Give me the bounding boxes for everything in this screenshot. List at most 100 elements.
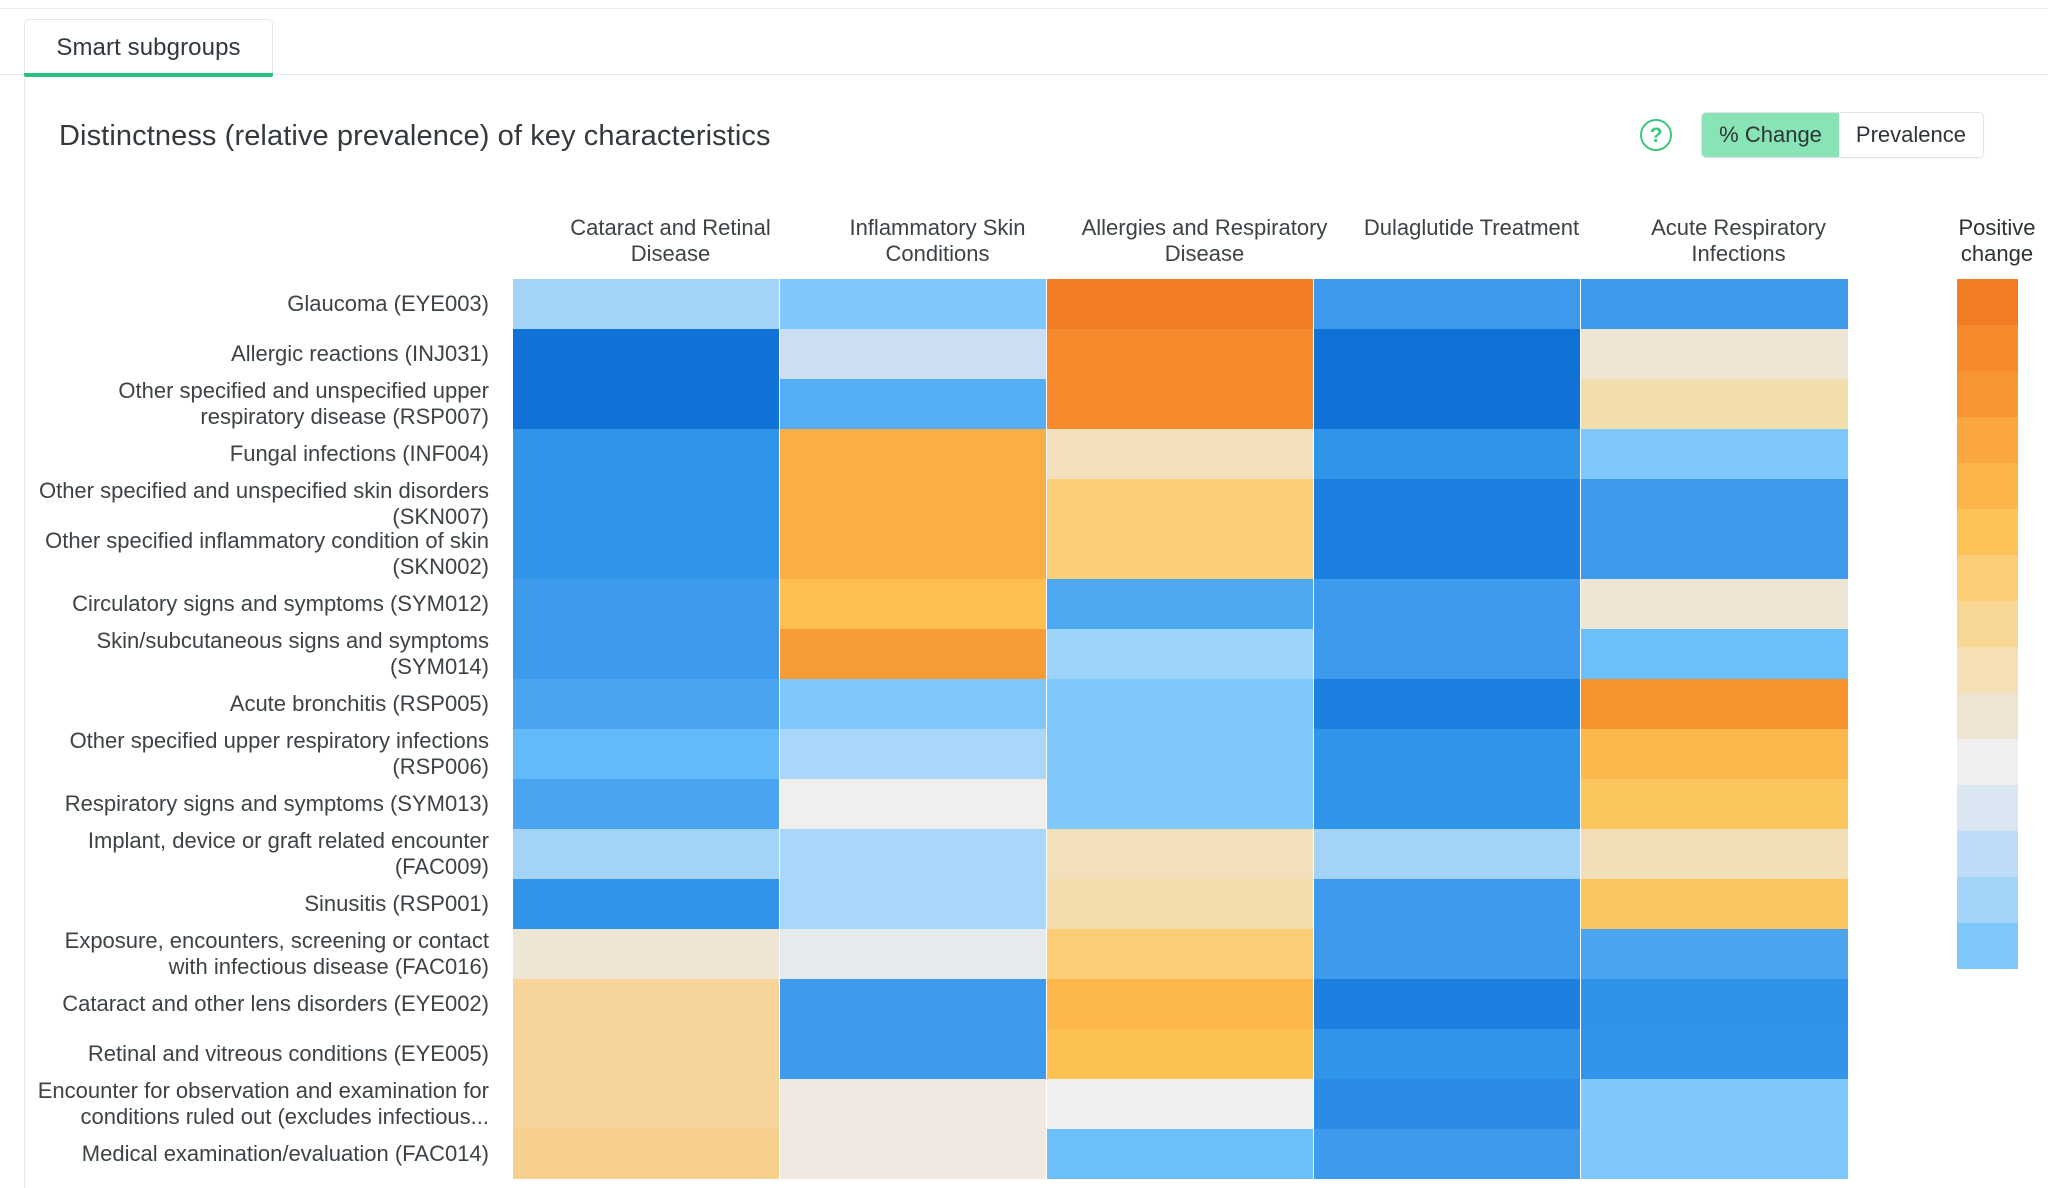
heatmap-row: Skin/subcutaneous signs and symptoms (SY… [25, 628, 1949, 679]
heatmap-cell[interactable] [1581, 779, 1848, 829]
heatmap-cell[interactable] [1314, 679, 1581, 729]
heatmap-cell[interactable] [1314, 929, 1581, 979]
heatmap-cell[interactable] [1047, 829, 1314, 879]
heatmap-cell[interactable] [513, 929, 780, 979]
heatmap-cell[interactable] [780, 829, 1047, 879]
heatmap-cell[interactable] [513, 629, 780, 679]
legend-swatch [1957, 831, 2018, 877]
heatmap-cell[interactable] [780, 1079, 1047, 1129]
heatmap-cell[interactable] [513, 579, 780, 629]
heatmap-cell[interactable] [1047, 379, 1314, 429]
heatmap-cell[interactable] [1314, 979, 1581, 1029]
heatmap-cell[interactable] [1581, 729, 1848, 779]
legend-swatch [1957, 601, 2018, 647]
heatmap-cell[interactable] [1047, 629, 1314, 679]
heatmap-cell[interactable] [780, 379, 1047, 429]
heatmap-cell[interactable] [1581, 579, 1848, 629]
heatmap-cell[interactable] [1047, 1129, 1314, 1179]
heatmap-cell[interactable] [1047, 279, 1314, 329]
heatmap-cell[interactable] [1314, 1029, 1581, 1079]
heatmap-cell[interactable] [513, 979, 780, 1029]
heatmap-cell[interactable] [1581, 929, 1848, 979]
question-circle-icon[interactable]: ? [1640, 119, 1673, 151]
heatmap-cell[interactable] [1581, 429, 1848, 479]
heatmap-cell[interactable] [780, 629, 1047, 679]
heatmap-cell[interactable] [780, 679, 1047, 729]
heatmap-cell[interactable] [1314, 479, 1581, 529]
heatmap-cell[interactable] [1314, 579, 1581, 629]
heatmap-cell[interactable] [1314, 329, 1581, 379]
heatmap-cell[interactable] [1314, 279, 1581, 329]
heatmap-cell[interactable] [1047, 429, 1314, 479]
heatmap-cell[interactable] [1581, 379, 1848, 429]
heatmap-cell[interactable] [1314, 429, 1581, 479]
heatmap-cell[interactable] [1314, 629, 1581, 679]
tab-smart-subgroups[interactable]: Smart subgroups [24, 19, 273, 77]
heatmap-cell[interactable] [1581, 679, 1848, 729]
heatmap-cell[interactable] [513, 279, 780, 329]
heatmap-cell[interactable] [780, 529, 1047, 579]
heatmap-cell[interactable] [1314, 1079, 1581, 1129]
heatmap-cell[interactable] [513, 479, 780, 529]
heatmap-cell[interactable] [513, 529, 780, 579]
heatmap-row-cells [513, 979, 1949, 1029]
heatmap-cell[interactable] [780, 279, 1047, 329]
heatmap-cell[interactable] [1314, 879, 1581, 929]
heatmap-cell[interactable] [780, 479, 1047, 529]
heatmap-cell[interactable] [780, 429, 1047, 479]
heatmap-cell[interactable] [513, 779, 780, 829]
heatmap-cell[interactable] [1047, 1029, 1314, 1079]
heatmap-cell[interactable] [780, 1029, 1047, 1079]
heatmap-cell[interactable] [1581, 829, 1848, 879]
heatmap-cell[interactable] [1314, 529, 1581, 579]
heatmap-cell[interactable] [1047, 729, 1314, 779]
heatmap-cell[interactable] [1047, 879, 1314, 929]
heatmap-cell[interactable] [1047, 979, 1314, 1029]
legend-swatch [1957, 325, 2018, 371]
heatmap-cell[interactable] [1047, 1079, 1314, 1129]
heatmap-cell[interactable] [1581, 979, 1848, 1029]
heatmap-cell[interactable] [513, 1129, 780, 1179]
heatmap-cell[interactable] [1047, 779, 1314, 829]
heatmap-cell[interactable] [513, 879, 780, 929]
heatmap-cell[interactable] [1047, 479, 1314, 529]
heatmap-cell[interactable] [780, 729, 1047, 779]
heatmap-cell[interactable] [1314, 779, 1581, 829]
heatmap-cell[interactable] [1581, 329, 1848, 379]
heatmap-cell[interactable] [1047, 929, 1314, 979]
heatmap-cell[interactable] [513, 679, 780, 729]
heatmap-cell[interactable] [1581, 479, 1848, 529]
heatmap-cell[interactable] [780, 329, 1047, 379]
heatmap-cell[interactable] [1581, 1129, 1848, 1179]
heatmap-cell[interactable] [1314, 1129, 1581, 1179]
heatmap-cell[interactable] [1047, 679, 1314, 729]
heatmap-cell[interactable] [1581, 279, 1848, 329]
heatmap-cell[interactable] [513, 329, 780, 379]
heatmap-cell[interactable] [513, 1079, 780, 1129]
heatmap-cell[interactable] [513, 1029, 780, 1079]
heatmap-cell[interactable] [1581, 1079, 1848, 1129]
legend-swatch [1957, 279, 2018, 325]
heatmap-cell[interactable] [780, 1129, 1047, 1179]
heatmap-cell[interactable] [1047, 529, 1314, 579]
heatmap-cell[interactable] [1314, 829, 1581, 879]
heatmap-cell[interactable] [1581, 879, 1848, 929]
heatmap-cell[interactable] [1314, 379, 1581, 429]
heatmap-cell[interactable] [780, 579, 1047, 629]
heatmap-cell[interactable] [1581, 529, 1848, 579]
heatmap-cell[interactable] [1047, 329, 1314, 379]
heatmap-cell[interactable] [513, 379, 780, 429]
heatmap-cell[interactable] [1581, 629, 1848, 679]
heatmap-cell[interactable] [780, 979, 1047, 1029]
heatmap-cell[interactable] [780, 779, 1047, 829]
heatmap-cell[interactable] [780, 929, 1047, 979]
heatmap-cell[interactable] [1314, 729, 1581, 779]
heatmap-cell[interactable] [513, 429, 780, 479]
heatmap-cell[interactable] [780, 879, 1047, 929]
heatmap-cell[interactable] [1581, 1029, 1848, 1079]
heatmap-cell[interactable] [513, 729, 780, 779]
toggle-prevalence[interactable]: Prevalence [1838, 113, 1983, 157]
toggle-percent-change[interactable]: % Change [1702, 113, 1839, 157]
heatmap-cell[interactable] [513, 829, 780, 879]
heatmap-cell[interactable] [1047, 579, 1314, 629]
